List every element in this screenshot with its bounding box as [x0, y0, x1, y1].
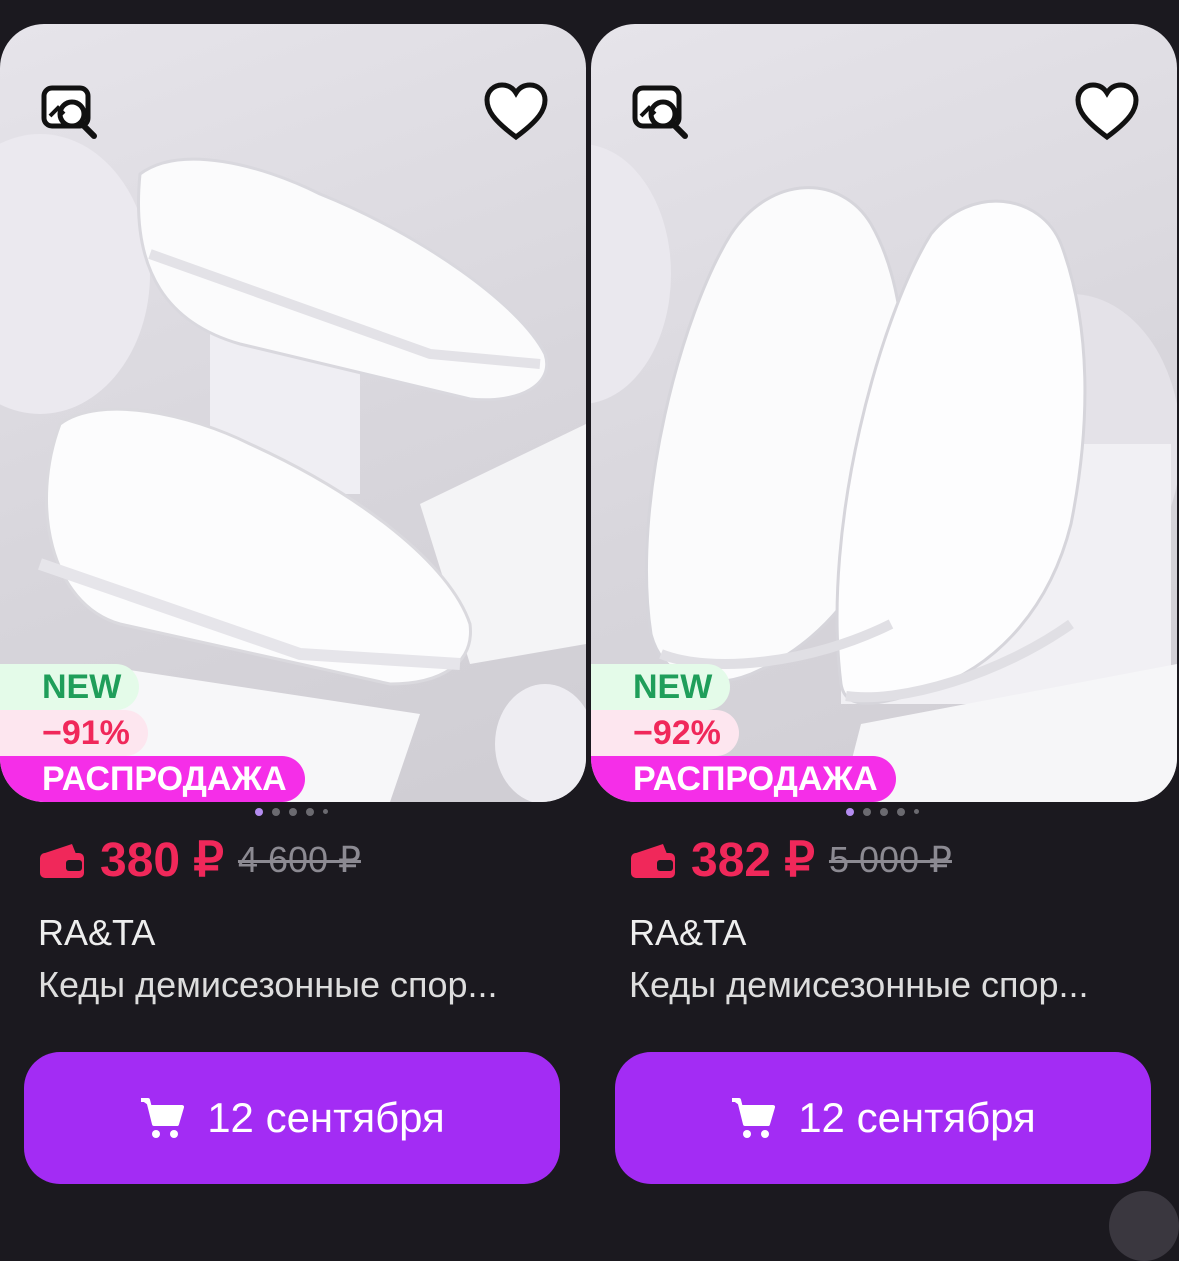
delivery-date: 12 сентября: [798, 1094, 1036, 1141]
delivery-date: 12 сентября: [207, 1094, 445, 1141]
product-card[interactable]: NEW −92% РАСПРОДАЖА 382 ₽ 5 000 ₽ RA&TA …: [591, 0, 1179, 1221]
wallet-icon: [40, 844, 84, 878]
product-title[interactable]: Кеды демисезонные спор...: [38, 964, 498, 1006]
new-badge: NEW: [0, 664, 140, 710]
floating-button-edge[interactable]: [1109, 1191, 1179, 1261]
image-pager-dots: [846, 808, 919, 816]
sale-badge: РАСПРОДАЖА: [591, 756, 896, 802]
pager-dot: [846, 808, 854, 816]
current-price: 382 ₽: [691, 834, 815, 887]
brand-name[interactable]: RA&TA: [38, 912, 155, 954]
price-row: 380 ₽ 4 600 ₽: [38, 832, 361, 888]
image-search-button[interactable]: [613, 64, 709, 160]
price-row: 382 ₽ 5 000 ₽: [629, 832, 952, 888]
heart-icon: [1075, 82, 1139, 141]
badge-stack: NEW −92% РАСПРОДАЖА: [591, 664, 896, 802]
pager-dot: [306, 808, 314, 816]
discount-badge: −92%: [591, 710, 739, 756]
sale-badge: РАСПРОДАЖА: [0, 756, 305, 802]
current-price: 380 ₽: [100, 834, 224, 887]
old-price: 5 000 ₽: [828, 839, 952, 880]
product-image[interactable]: NEW −91% РАСПРОДАЖА: [0, 24, 586, 802]
image-search-icon: [632, 85, 688, 139]
image-pager-dots: [255, 808, 328, 816]
image-search-icon: [41, 85, 97, 139]
cart-icon: [141, 1098, 185, 1138]
discount-badge: −91%: [0, 710, 148, 756]
old-price: 4 600 ₽: [237, 839, 361, 880]
product-image[interactable]: NEW −92% РАСПРОДАЖА: [591, 24, 1177, 802]
heart-icon: [484, 82, 548, 141]
new-badge: NEW: [591, 664, 731, 710]
favorite-button[interactable]: [468, 64, 564, 160]
product-title[interactable]: Кеды демисезонные спор...: [629, 964, 1089, 1006]
pager-dot: [897, 808, 905, 816]
brand-name[interactable]: RA&TA: [629, 912, 746, 954]
image-search-button[interactable]: [22, 64, 118, 160]
wallet-icon: [631, 844, 675, 878]
add-to-cart-button[interactable]: 12 сентября: [615, 1052, 1151, 1184]
favorite-button[interactable]: [1059, 64, 1155, 160]
pager-dot: [323, 809, 328, 814]
badge-stack: NEW −91% РАСПРОДАЖА: [0, 664, 305, 802]
pager-dot: [272, 808, 280, 816]
pager-dot: [863, 808, 871, 816]
pager-dot: [914, 809, 919, 814]
pager-dot: [255, 808, 263, 816]
product-card[interactable]: NEW −91% РАСПРОДАЖА 380 ₽ 4 600 ₽ RA&TA …: [0, 0, 588, 1221]
pager-dot: [880, 808, 888, 816]
cart-icon: [732, 1098, 776, 1138]
pager-dot: [289, 808, 297, 816]
add-to-cart-button[interactable]: 12 сентября: [24, 1052, 560, 1184]
